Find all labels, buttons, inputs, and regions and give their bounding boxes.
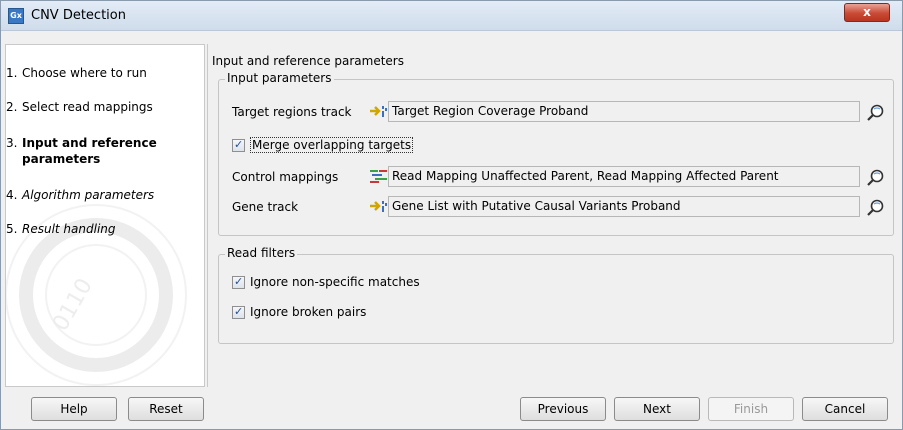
cancel-button[interactable]: Cancel [802,397,888,421]
previous-button[interactable]: Previous [520,397,606,421]
ignore-broken-pairs-checkbox[interactable]: ✓ [232,305,245,319]
help-button[interactable]: Help [31,397,117,421]
gene-track-field[interactable]: Gene List with Putative Causal Variants … [388,196,860,217]
ignore-nonspecific-checkbox[interactable]: ✓ [232,275,245,289]
read-filters-group: Read filters ✓ Ignore non-specific match… [218,246,894,344]
target-regions-field[interactable]: Target Region Coverage Proband [388,101,860,122]
cnv-detection-dialog: Gx CNV Detection x 0110 1. Choose where … [0,0,903,430]
merge-overlapping-checkbox[interactable]: ✓ [232,138,245,152]
ignore-broken-pairs-label[interactable]: Ignore broken pairs [250,305,366,319]
read-filters-title: Read filters [225,246,298,260]
reset-button[interactable]: Reset [128,397,204,421]
close-button[interactable]: x [844,3,890,22]
app-icon: Gx [8,8,24,24]
wizard-steps-panel: 0110 1. Choose where to run 2. Select re… [5,44,205,387]
browse-icon[interactable] [866,103,886,123]
input-parameters-title: Input parameters [225,71,334,85]
gene-track-label: Gene track [232,200,299,214]
control-mappings-label: Control mappings [232,170,339,184]
track-icon [370,106,387,117]
checkmark-icon: ✓ [234,275,244,288]
input-parameters-group: Input parameters Target regions track Ta… [218,71,894,236]
merge-overlapping-label[interactable]: Merge overlapping targets [250,137,414,153]
parameters-panel: Input and reference parameters Input par… [207,44,901,387]
svg-text:0110: 0110 [48,274,98,335]
track-icon [370,201,387,212]
browse-icon[interactable] [866,198,886,218]
control-mappings-field[interactable]: Read Mapping Unaffected Parent, Read Map… [388,166,860,187]
read-mapping-icon [370,170,387,183]
panel-heading: Input and reference parameters [212,54,404,68]
checkmark-icon: ✓ [234,138,244,151]
target-regions-label: Target regions track [232,105,352,119]
browse-icon[interactable] [866,168,886,188]
checkmark-icon: ✓ [234,305,244,318]
window-title: CNV Detection [31,8,126,23]
title-bar: Gx CNV Detection x [1,1,902,31]
next-button[interactable]: Next [614,397,700,421]
finish-button[interactable]: Finish [708,397,794,421]
ignore-nonspecific-label[interactable]: Ignore non-specific matches [250,275,420,289]
